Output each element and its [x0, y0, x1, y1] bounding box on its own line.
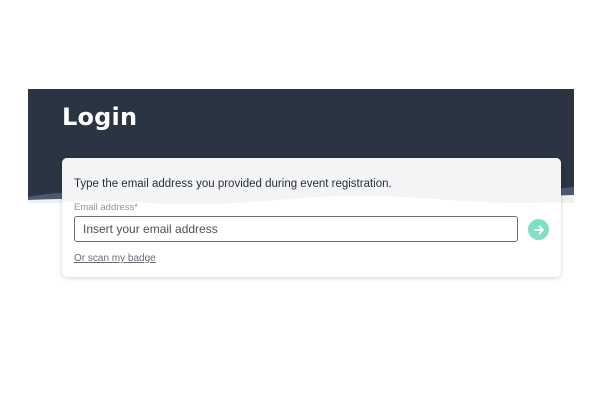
page-title: Login	[62, 103, 138, 131]
scan-badge-link[interactable]: Or scan my badge	[74, 253, 156, 264]
email-input[interactable]	[74, 216, 518, 242]
submit-button[interactable]	[528, 219, 549, 240]
email-field-label: Email address*	[74, 202, 138, 213]
login-card: Type the email address you provided duri…	[62, 158, 561, 277]
arrow-right-icon	[533, 225, 544, 234]
login-instruction: Type the email address you provided duri…	[74, 178, 392, 190]
